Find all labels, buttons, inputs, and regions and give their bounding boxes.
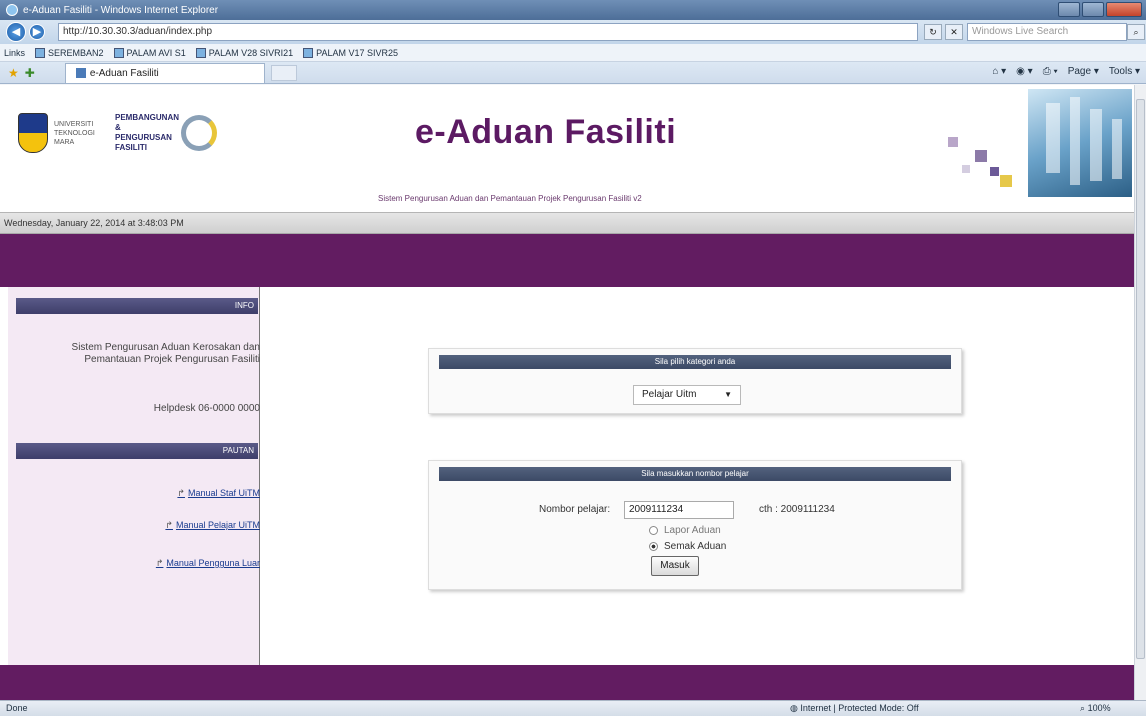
window-titlebar: e-Aduan Fasiliti - Windows Internet Expl… (0, 0, 1146, 20)
links-bar: Links SEREMBAN2 PALAM AVI S1 PALAM V28 S… (0, 44, 1146, 62)
page-icon (195, 47, 206, 58)
back-button[interactable]: ◀ (6, 22, 26, 42)
page-icon (113, 47, 124, 58)
scrollbar-thumb[interactable] (1136, 99, 1145, 659)
search-input[interactable]: Windows Live Search (967, 23, 1127, 41)
links-label: Links (4, 47, 26, 58)
university-crest-icon (18, 113, 48, 153)
building-image (1028, 89, 1132, 197)
favorites-star-icon[interactable]: ★ (8, 66, 19, 80)
site-subtitle: Sistem Pengurusan Aduan dan Pemantauan P… (378, 194, 642, 203)
arrow-icon: ↱ (177, 488, 185, 498)
site-logo: UNIVERSITI TEKNOLOGI MARA PEMBANGUNAN & … (18, 113, 217, 153)
favorite-link[interactable]: PALAM AVI S1 (113, 47, 186, 58)
decor-square-icon (975, 150, 987, 162)
home-icon[interactable]: ⌂ ▾ (992, 66, 1006, 77)
close-window-button[interactable] (1106, 2, 1142, 17)
favorite-link[interactable]: PALAM V17 SIVR25 (303, 47, 398, 58)
window-controls (1058, 2, 1142, 17)
arrow-icon: ↱ (165, 520, 173, 530)
sidebar-link-staff-manual[interactable]: ↱ Manual Staf UiTM (16, 488, 260, 499)
decor-square-icon (948, 137, 958, 147)
check-complaint-option[interactable]: Semak Aduan (649, 541, 726, 552)
page-menu[interactable]: Page ▾ (1068, 66, 1099, 77)
logo-text-right: PEMBANGUNAN & PENGURUSAN FASILITI (115, 113, 179, 152)
address-tools: ↻ ✕ (924, 24, 963, 40)
favorite-link[interactable]: PALAM V28 SIVRI21 (195, 47, 293, 58)
forward-button[interactable]: ▶ (29, 24, 45, 40)
header-band (0, 234, 1134, 287)
login-button[interactable]: Masuk (651, 556, 699, 576)
chevron-down-icon: ▼ (724, 390, 732, 399)
sidebar-info-text: Sistem Pengurusan Aduan Kerosakan dan Pe… (71, 342, 260, 365)
feeds-icon[interactable]: ◉ ▾ (1016, 66, 1033, 77)
login-panel-heading: Sila masukkan nombor pelajar (439, 467, 951, 481)
decor-square-icon (1000, 175, 1012, 187)
decor-square-icon (962, 165, 970, 173)
minimize-button[interactable] (1058, 2, 1080, 17)
command-bar: ⌂ ▾ ◉ ▾ ⎙ ▾ Page ▾ Tools ▾ (992, 66, 1140, 77)
maximize-button[interactable] (1082, 2, 1104, 17)
ring-logo-icon (181, 115, 217, 151)
logo-text-left: UNIVERSITI TEKNOLOGI MARA (54, 120, 95, 146)
new-tab-button[interactable] (270, 64, 297, 81)
status-text: Done (6, 703, 28, 713)
footer-band (0, 665, 1134, 700)
date-bar: Wednesday, January 22, 2014 at 3:48:03 P… (0, 212, 1134, 234)
ie-icon (6, 4, 18, 16)
sidebar-links-heading: PAUTAN (16, 443, 258, 459)
radio-report[interactable] (649, 525, 658, 535)
sidebar-link-public-manual[interactable]: ↱ Manual Pengguna Luar (16, 558, 260, 569)
sidebar-helpdesk: Helpdesk 06-0000 0000 (153, 403, 260, 414)
sidebar-link-student-manual[interactable]: ↱ Manual Pelajar UiTM (16, 520, 260, 531)
status-bar: Done ◍ Internet | Protected Mode: Off ⌕ … (0, 700, 1146, 716)
category-panel: Sila pilih kategori anda Pelajar Uitm ▼ (428, 348, 962, 414)
arrow-icon: ↱ (155, 558, 164, 568)
site-title: e-Aduan Fasiliti (415, 113, 677, 151)
page-scrollbar[interactable] (1134, 85, 1146, 700)
globe-icon: ◍ (790, 703, 798, 713)
tools-menu[interactable]: Tools ▾ (1109, 66, 1140, 77)
tab-e-aduan[interactable]: e-Aduan Fasiliti (64, 62, 265, 83)
decor-square-icon (990, 167, 999, 176)
report-complaint-option[interactable]: Lapor Aduan (649, 525, 721, 536)
url-input[interactable]: http://10.30.30.3/aduan/index.php (58, 23, 918, 41)
zoom-icon: ⌕ (1080, 703, 1086, 713)
address-bar: ◀ ▶ http://10.30.30.3/aduan/index.php ↻ … (0, 20, 1146, 44)
window-title: e-Aduan Fasiliti - Windows Internet Expl… (23, 4, 219, 16)
page-icon (303, 47, 314, 58)
site-header: UNIVERSITI TEKNOLOGI MARA PEMBANGUNAN & … (0, 85, 1134, 200)
refresh-icon[interactable]: ↻ (924, 24, 942, 40)
add-favorite-icon[interactable]: ✚ (25, 66, 35, 80)
student-number-label: Nombor pelajar: (539, 504, 611, 515)
radio-check[interactable] (649, 541, 658, 551)
site-icon (75, 68, 86, 78)
stop-icon[interactable]: ✕ (945, 24, 963, 40)
student-number-input[interactable]: 2009111234 (624, 501, 734, 519)
tab-bar: ★ ✚ e-Aduan Fasiliti (0, 62, 1146, 84)
favorite-link[interactable]: SEREMBAN2 (35, 47, 104, 58)
category-select[interactable]: Pelajar Uitm ▼ (633, 385, 741, 405)
zoom-level[interactable]: ⌕ 100% (1080, 701, 1111, 716)
category-panel-heading: Sila pilih kategori anda (439, 355, 951, 369)
page-icon (35, 47, 46, 58)
search-icon[interactable]: ⌕ (1127, 24, 1145, 40)
login-panel: Sila masukkan nombor pelajar Nombor pela… (428, 460, 962, 590)
sidebar-info-heading: INFO (16, 298, 258, 314)
student-number-example: cth : 2009111234 (759, 504, 835, 515)
print-icon[interactable]: ⎙ ▾ (1043, 66, 1058, 77)
security-zone: ◍ Internet | Protected Mode: Off (790, 703, 919, 713)
